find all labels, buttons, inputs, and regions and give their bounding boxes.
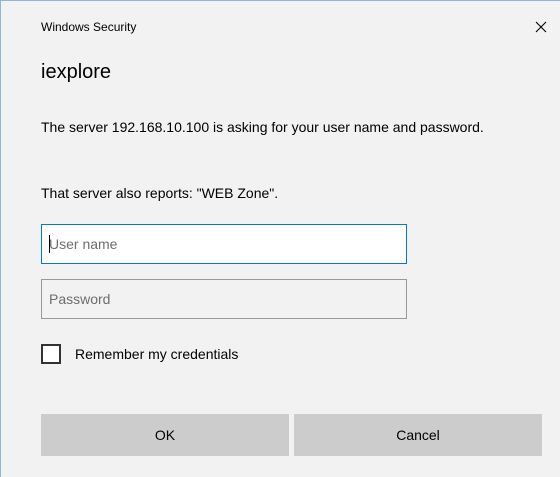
window-title: Windows Security [41, 20, 137, 34]
cancel-button[interactable]: Cancel [294, 414, 542, 456]
password-input[interactable] [41, 279, 407, 319]
server-report: That server also reports: "WEB Zone". [41, 185, 279, 201]
close-icon [535, 21, 547, 33]
remember-label: Remember my credentials [75, 346, 239, 362]
server-message: The server 192.168.10.100 is asking for … [41, 119, 484, 135]
app-name: iexplore [41, 61, 112, 83]
close-button[interactable] [527, 13, 555, 41]
credentials-dialog: Windows Security iexplore The server 192… [0, 0, 560, 477]
remember-credentials[interactable]: Remember my credentials [41, 341, 238, 367]
remember-checkbox[interactable] [41, 344, 61, 364]
text-caret [49, 235, 50, 253]
username-input[interactable] [41, 224, 407, 264]
ok-button[interactable]: OK [41, 414, 289, 456]
